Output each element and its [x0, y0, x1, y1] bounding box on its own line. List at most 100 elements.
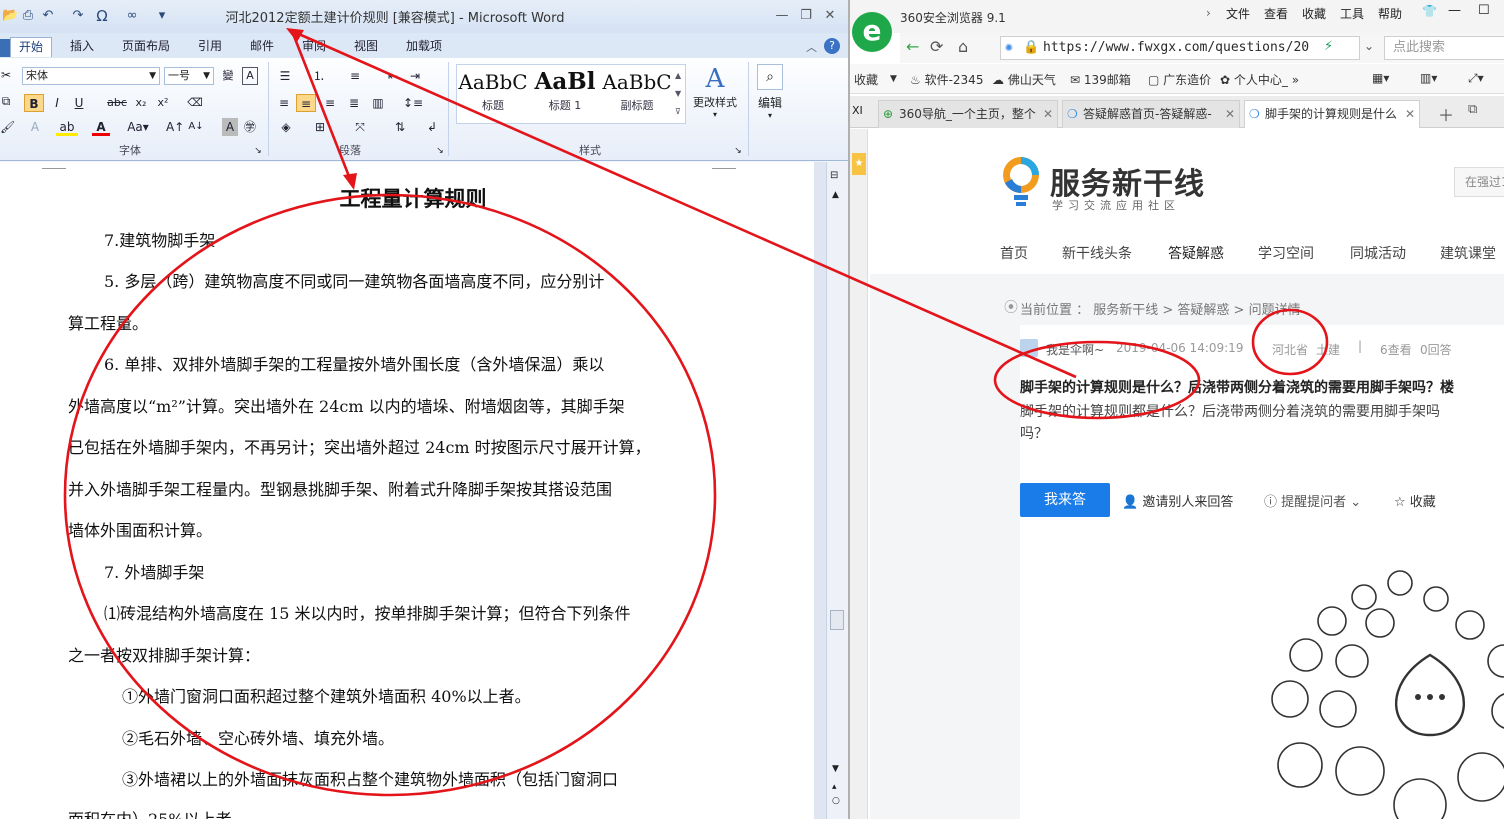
collapse-ribbon-icon[interactable]: ︿	[806, 39, 817, 55]
show-marks-icon[interactable]: ↲	[424, 118, 440, 136]
answer-button[interactable]: 我来答	[1020, 483, 1110, 517]
new-tab-icon[interactable]: ＋	[1438, 102, 1454, 126]
font-name-combo[interactable]: 宋体 ▼	[22, 67, 160, 85]
menu-view[interactable]: 查看	[1264, 5, 1288, 22]
browser-tab-3[interactable]: ❍ 脚手架的计算规则是什么 ✕	[1244, 100, 1420, 128]
decrease-indent-icon[interactable]: ⇤	[384, 67, 402, 85]
distributed-icon[interactable]: ▥	[368, 94, 388, 112]
fav-collect-dropdown-icon[interactable]: ▼	[890, 74, 897, 84]
numbering-icon[interactable]: ⒈	[308, 67, 330, 85]
extensions-icon[interactable]: ⤢▾	[1468, 71, 1484, 86]
shading-icon[interactable]: ◈	[274, 118, 298, 136]
multilevel-list-icon[interactable]: ≡	[344, 67, 366, 85]
enclose-char-icon[interactable]: ㊫	[242, 118, 258, 136]
sidebar-star-icon[interactable]: ★	[852, 153, 866, 175]
menu-help[interactable]: 帮助	[1378, 5, 1402, 22]
nav-classroom[interactable]: 建筑课堂	[1440, 243, 1496, 263]
ruler-toggle-icon[interactable]: ⊟	[830, 170, 838, 181]
tab-view[interactable]: 视图	[346, 37, 386, 57]
home-icon[interactable]: ⌂	[958, 37, 968, 56]
subscript-button[interactable]: x₂	[132, 94, 150, 112]
tab-review[interactable]: 审阅	[294, 37, 334, 57]
chinese-layout-icon[interactable]: ⤧	[348, 118, 372, 136]
prev-page-icon[interactable]: ▴	[832, 782, 837, 792]
site-search-hint[interactable]: 在强过1	[1454, 167, 1504, 197]
scroll-thumb[interactable]	[830, 610, 844, 630]
styles-scroll-icon[interactable]: ▲ ▼ ⊽	[675, 67, 685, 121]
speed-mode-icon[interactable]: ⚡	[1324, 39, 1333, 54]
justify-icon[interactable]: ≣	[344, 94, 364, 112]
skin-icon[interactable]: 👕	[1422, 4, 1437, 18]
remind-asker-button[interactable]: ⓘ 提醒提问者 ⌄	[1264, 491, 1361, 510]
vertical-scrollbar[interactable]: ⊟ ▲ ▼ ▴ ○	[826, 162, 848, 819]
grow-font-icon[interactable]: A↑	[166, 118, 184, 136]
menu-tools[interactable]: 工具	[1340, 5, 1364, 22]
align-left-icon[interactable]: ≡	[274, 94, 294, 112]
menu-file[interactable]: 文件	[1226, 5, 1250, 22]
browse-object-icon[interactable]: ○	[832, 796, 840, 806]
tab-page-layout[interactable]: 页面布局	[114, 37, 178, 57]
superscript-button[interactable]: x²	[154, 94, 172, 112]
change-case-icon[interactable]: Aa▾	[126, 118, 150, 136]
borders-icon[interactable]: ⊞	[308, 118, 332, 136]
style-heading1[interactable]: AaBl 标题 1	[529, 67, 601, 119]
italic-button[interactable]: I	[48, 94, 66, 112]
tab-insert[interactable]: 插入	[62, 37, 102, 57]
style-subtitle[interactable]: AaBbC 副标题	[601, 67, 673, 119]
scroll-up-icon[interactable]: ▲	[832, 190, 839, 200]
fav-2345[interactable]: ♨ 软件-2345	[910, 71, 983, 88]
increase-indent-icon[interactable]: ⇥	[406, 67, 424, 85]
tab2-close-icon[interactable]: ✕	[1225, 101, 1235, 127]
tab-home[interactable]: 开始	[10, 37, 53, 57]
char-shading-icon[interactable]: A	[222, 118, 238, 136]
nav-home[interactable]: 首页	[1000, 243, 1028, 263]
strikethrough-button[interactable]: abc	[106, 94, 128, 112]
tab1-close-icon[interactable]: ✕	[1043, 101, 1053, 127]
fav-collect[interactable]: 收藏	[854, 71, 878, 88]
tab-scroll-left-icon[interactable]: XI	[852, 104, 863, 117]
phonetic-guide-icon[interactable]: 變	[220, 67, 236, 85]
highlight-icon[interactable]: ab	[56, 118, 78, 136]
tab3-close-icon[interactable]: ✕	[1405, 101, 1415, 127]
char-border-icon[interactable]: A	[242, 67, 258, 85]
bold-button[interactable]: B	[24, 94, 44, 112]
fav-weather[interactable]: ☁ 佛山天气	[992, 71, 1056, 88]
styles-dialog-launcher-icon[interactable]: ↘	[732, 142, 744, 160]
tab-mailings[interactable]: 邮件	[242, 37, 282, 57]
url-dropdown-icon[interactable]: ⌄	[1364, 39, 1374, 53]
refresh-icon[interactable]: ⟳	[930, 37, 943, 56]
font-size-combo[interactable]: 一号 ▼	[164, 67, 214, 85]
fav-gdzj[interactable]: ▢ 广东造价	[1148, 71, 1211, 88]
menu-arrow-icon[interactable]: ›	[1206, 6, 1211, 20]
browser-tab-1[interactable]: ⊕ 360导航_一个主页，整个 ✕	[878, 100, 1058, 128]
edit-button[interactable]: ⌕ 编辑 ▾	[754, 64, 786, 120]
close-icon[interactable]: ✕	[820, 8, 840, 24]
scroll-down-icon[interactable]: ▼	[832, 764, 839, 774]
favorite-button[interactable]: ☆ 收藏	[1394, 491, 1436, 510]
align-right-icon[interactable]: ≡	[320, 94, 340, 112]
apps-icon[interactable]: ▦▾	[1372, 71, 1389, 85]
restore-icon[interactable]: ❐	[796, 8, 816, 24]
invite-answer-button[interactable]: 👤 邀请别人来回答	[1122, 491, 1233, 510]
search-box[interactable]: 点此搜索	[1384, 36, 1504, 60]
help-icon[interactable]: ?	[824, 38, 840, 54]
nav-local-events[interactable]: 同城活动	[1350, 243, 1406, 263]
style-title[interactable]: AaBbC 标题	[457, 67, 529, 119]
bullets-icon[interactable]: ☰	[274, 67, 296, 85]
cut-icon[interactable]: ✂	[0, 66, 12, 84]
browser-minimize-icon[interactable]: —	[1448, 3, 1461, 18]
font-color-icon[interactable]: A	[92, 118, 110, 136]
url-field[interactable]: ✺ 🔒 https://www.fwxgx.com/questions/20	[1000, 36, 1360, 60]
browser-maximize-icon[interactable]: ☐	[1478, 3, 1490, 18]
tab-references[interactable]: 引用	[190, 37, 230, 57]
file-menu-button[interactable]	[0, 39, 10, 57]
copy-icon[interactable]: ⧉	[0, 92, 12, 110]
menu-favorites[interactable]: 收藏	[1302, 5, 1326, 22]
nav-headlines[interactable]: 新干线头条	[1062, 243, 1132, 263]
text-effect-icon[interactable]: A	[26, 118, 44, 136]
question-author[interactable]: 我是伞啊~	[1046, 341, 1104, 358]
clear-format-icon[interactable]: ⌫	[186, 94, 204, 112]
back-icon[interactable]: ←	[906, 37, 919, 56]
underline-button[interactable]: U	[70, 94, 88, 112]
fav-personal[interactable]: ✿ 个人中心_ »	[1220, 71, 1299, 88]
